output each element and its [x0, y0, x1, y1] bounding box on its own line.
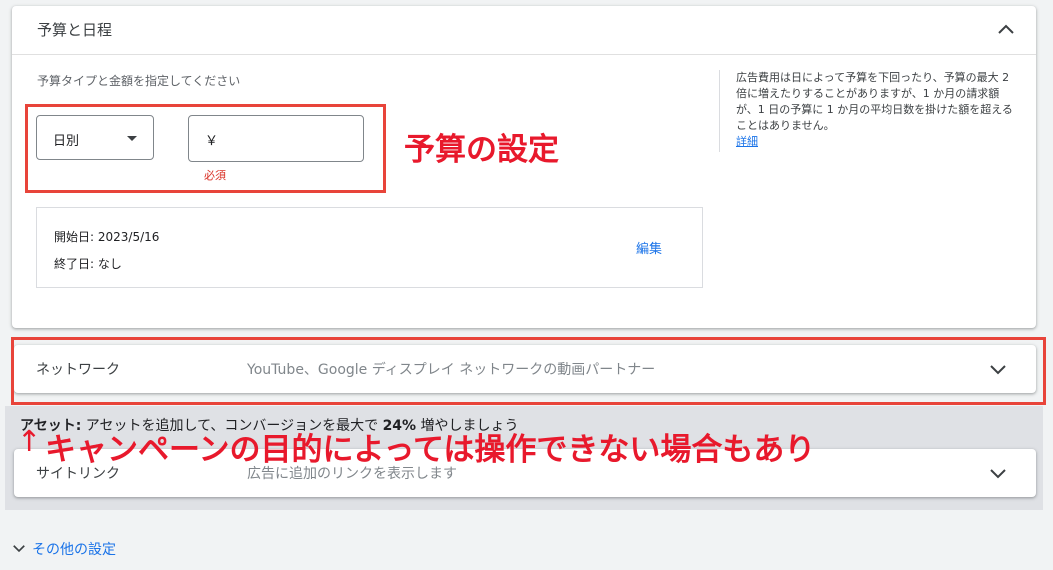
budget-annotation-label: 予算の設定	[404, 132, 559, 168]
budget-help-note: 広告費用は日によって予算を下回ったり、予算の最大 2 倍に増えたりすることがあり…	[719, 70, 1019, 152]
chevron-down-icon[interactable]	[986, 461, 1010, 485]
arrow-up-icon: ↑	[17, 424, 42, 458]
budget-annotation-box	[25, 104, 386, 193]
budget-card-header[interactable]: 予算と日程	[12, 6, 1036, 55]
budget-help-text: 広告費用は日によって予算を下回ったり、予算の最大 2 倍に増えたりすることがあり…	[736, 71, 1013, 132]
budget-instruction: 予算タイプと金額を指定してください	[37, 74, 241, 88]
learn-more-link[interactable]: 詳細	[736, 135, 758, 148]
more-settings-label: その他の設定	[32, 542, 116, 558]
network-annotation-box	[11, 337, 1046, 405]
edit-schedule-link[interactable]: 編集	[636, 238, 662, 257]
schedule-summary: 開始日: 2023/5/16 終了日: なし 編集	[36, 207, 703, 288]
chevron-up-icon[interactable]	[994, 18, 1018, 42]
end-date-text: 終了日: なし	[54, 257, 122, 271]
objective-annotation-label: キャンペーンの目的によっては操作できない場合もあり	[45, 432, 816, 468]
budget-card-title: 予算と日程	[37, 21, 113, 39]
start-date-text: 開始日: 2023/5/16	[54, 230, 160, 244]
chevron-down-icon	[13, 545, 25, 553]
